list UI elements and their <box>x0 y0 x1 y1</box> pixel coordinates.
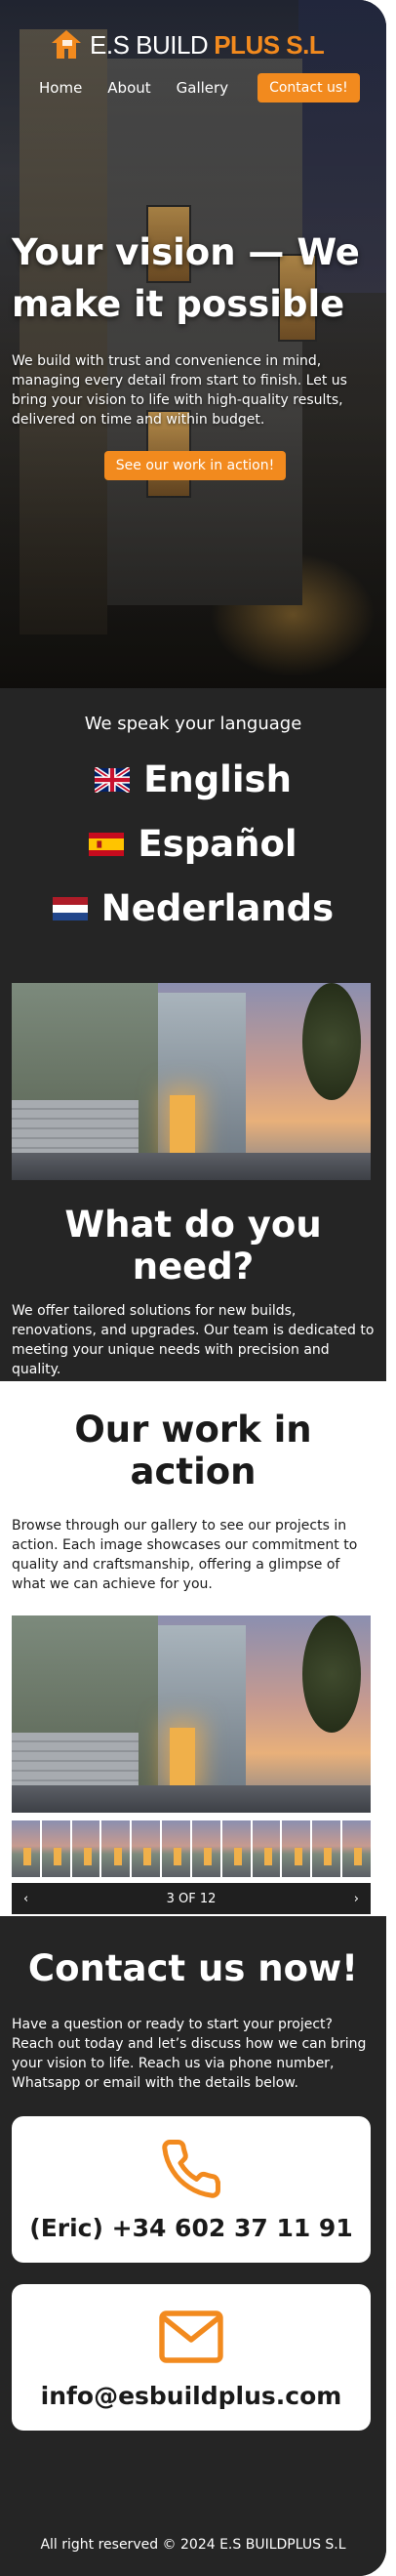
gallery-thumbnail[interactable] <box>12 1820 40 1877</box>
languages-list: English Español Nederlands <box>0 748 386 941</box>
mail-icon <box>12 2302 371 2372</box>
brand-name: E.S BUILD <box>90 29 209 60</box>
nav-contact-button[interactable]: Contact us! <box>257 73 360 102</box>
phone-card[interactable]: (Eric) +34 602 37 11 91 <box>12 2116 371 2263</box>
language-label: Español <box>138 823 297 865</box>
services-title: What do you need? <box>64 1204 322 1288</box>
brand-name-accent: PLUS S.L <box>214 29 325 60</box>
nav-menu: Home About Gallery Contact us! <box>39 73 360 102</box>
chevron-right-icon[interactable]: › <box>354 1892 359 1906</box>
contact-description: Have a question or ready to start your p… <box>12 2017 367 2091</box>
gallery-thumbnail[interactable] <box>132 1820 161 1877</box>
hero-description: We build with trust and convenience in m… <box>12 353 347 428</box>
language-item: Nederlands <box>0 877 386 941</box>
see-work-button[interactable]: See our work in action! <box>103 451 287 480</box>
brand-logo[interactable]: E.S BUILD PLUS S.L <box>49 27 325 62</box>
gallery-thumbnail[interactable] <box>312 1820 341 1877</box>
gallery-thumbnail[interactable] <box>221 1820 251 1877</box>
house-photo <box>12 983 371 1180</box>
languages-section: We speak your language English Español N… <box>0 688 386 983</box>
spain-flag-icon <box>89 832 125 857</box>
services-section: What do you need? We offer tailored solu… <box>0 983 386 1381</box>
copyright-text: All right reserved © 2024 E.S BUILDPLUS … <box>40 2537 346 2553</box>
gallery-thumbnail[interactable] <box>162 1820 190 1877</box>
phone-number[interactable]: (Eric) +34 602 37 11 91 <box>12 2214 371 2242</box>
services-description: We offer tailored solutions for new buil… <box>12 1303 375 1377</box>
gallery-thumbnail[interactable] <box>282 1820 311 1877</box>
gallery-thumbnail[interactable] <box>342 1820 371 1877</box>
contact-section: Contact us now! Have a question or ready… <box>0 1916 386 2525</box>
gallery-thumbnail[interactable] <box>71 1820 100 1877</box>
netherlands-flag-icon <box>52 896 88 921</box>
hero-section: E.S BUILD PLUS S.L Home About Gallery Co… <box>0 0 386 688</box>
phone-icon <box>12 2134 371 2204</box>
nav-link-home[interactable]: Home <box>39 79 82 97</box>
hero-title: Your vision — We make it possible <box>12 231 360 325</box>
email-card[interactable]: info@esbuildplus.com <box>12 2284 371 2431</box>
gallery-pager: ‹ 3 OF 12 › <box>12 1883 371 1914</box>
hero-content: Your vision — We make it possible We bui… <box>12 226 378 480</box>
gallery-thumbnail[interactable] <box>191 1820 220 1877</box>
page: E.S BUILD PLUS S.L Home About Gallery Co… <box>0 0 386 2576</box>
nav-link-about[interactable]: About <box>107 79 150 97</box>
nav-link-gallery[interactable]: Gallery <box>177 79 228 97</box>
gallery-thumbnail[interactable] <box>252 1820 281 1877</box>
gallery-main-image[interactable] <box>12 1615 371 1813</box>
email-address[interactable]: info@esbuildplus.com <box>12 2382 371 2410</box>
language-item: Español <box>0 812 386 877</box>
contact-title: Contact us now! <box>27 1947 359 1989</box>
footer: All right reserved © 2024 E.S BUILDPLUS … <box>0 2525 386 2576</box>
gallery-page-indicator: 3 OF 12 <box>166 1891 217 1906</box>
gallery-description: Browse through our gallery to see our pr… <box>12 1518 358 1592</box>
uk-flag-icon <box>95 767 131 793</box>
language-label: English <box>143 758 292 800</box>
languages-kicker: We speak your language <box>84 714 302 734</box>
language-item: English <box>0 748 386 812</box>
gallery-thumbnails <box>12 1820 371 1877</box>
gallery-thumbnail[interactable] <box>101 1820 131 1877</box>
gallery-title: Our work in action <box>74 1409 312 1492</box>
gallery-section: Our work in action Browse through our ga… <box>0 1381 386 1916</box>
chevron-left-icon[interactable]: ‹ <box>23 1892 28 1906</box>
gallery-thumbnail[interactable] <box>41 1820 70 1877</box>
language-label: Nederlands <box>100 887 335 929</box>
house-logo-icon <box>52 30 81 59</box>
